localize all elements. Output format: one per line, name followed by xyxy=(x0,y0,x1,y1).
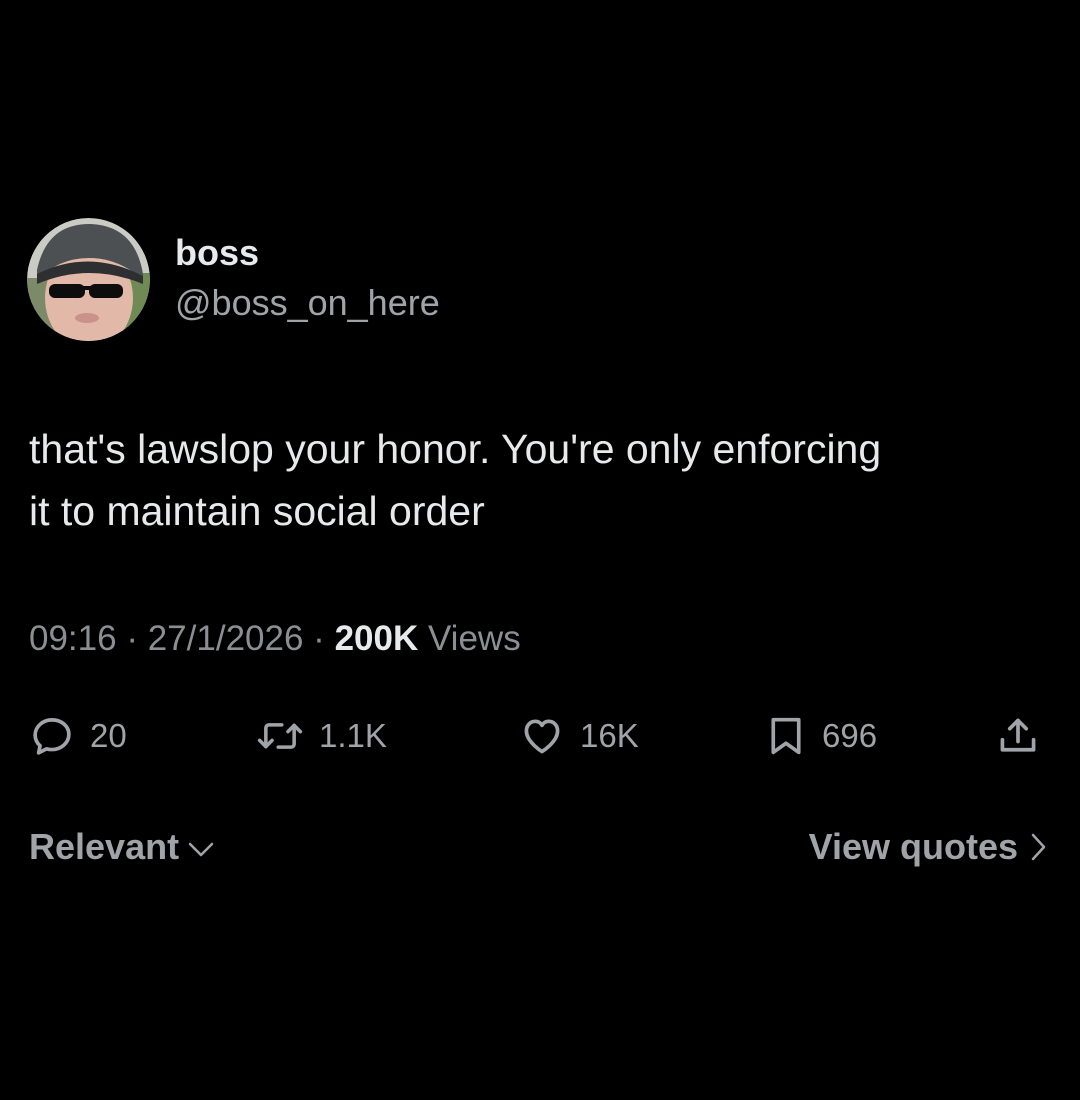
meta-separator: · xyxy=(313,619,325,658)
bookmark-button[interactable]: 696 xyxy=(766,708,877,764)
user-handle[interactable]: @boss_on_here xyxy=(175,281,440,325)
tweet-header: boss @boss_on_here xyxy=(27,218,440,341)
repost-button[interactable]: 1.1K xyxy=(257,708,387,764)
chevron-down-icon xyxy=(188,842,214,857)
bookmark-icon xyxy=(771,717,801,755)
action-bar: 20 1.1K 16K 696 xyxy=(0,708,1080,764)
views-label[interactable]: Views xyxy=(428,619,521,658)
author-names: boss @boss_on_here xyxy=(175,231,440,325)
sort-dropdown[interactable]: Relevant xyxy=(29,826,215,868)
reply-icon xyxy=(33,718,71,755)
tweet-date[interactable]: 27/1/2026 xyxy=(148,619,304,658)
reply-button[interactable]: 20 xyxy=(30,708,127,764)
meta-separator: · xyxy=(126,619,138,658)
reply-count: 20 xyxy=(90,717,127,754)
replies-footer: Relevant View quotes xyxy=(0,826,1080,874)
like-count: 16K xyxy=(580,717,639,754)
avatar[interactable] xyxy=(27,218,150,341)
bookmark-count: 696 xyxy=(822,717,878,754)
avatar-photo-icon xyxy=(27,218,150,341)
chevron-right-icon xyxy=(1031,833,1046,861)
tweet-text: that's lawslop your honor. You're only e… xyxy=(29,426,882,534)
tweet-time[interactable]: 09:16 xyxy=(29,619,117,658)
view-quotes-link[interactable]: View quotes xyxy=(809,826,1048,868)
share-icon xyxy=(1000,718,1036,752)
repost-icon xyxy=(257,723,303,749)
sort-label: Relevant xyxy=(29,826,180,867)
views-count[interactable]: 200K xyxy=(335,619,419,658)
repost-count: 1.1K xyxy=(319,717,387,754)
tweet-meta: 09:16 · 27/1/2026 · 200K Views xyxy=(29,616,521,662)
display-name[interactable]: boss xyxy=(175,231,440,275)
view-quotes-label: View quotes xyxy=(808,826,1018,867)
share-button[interactable] xyxy=(996,708,1040,764)
like-button[interactable]: 16K xyxy=(520,708,639,764)
heart-icon xyxy=(524,719,560,754)
